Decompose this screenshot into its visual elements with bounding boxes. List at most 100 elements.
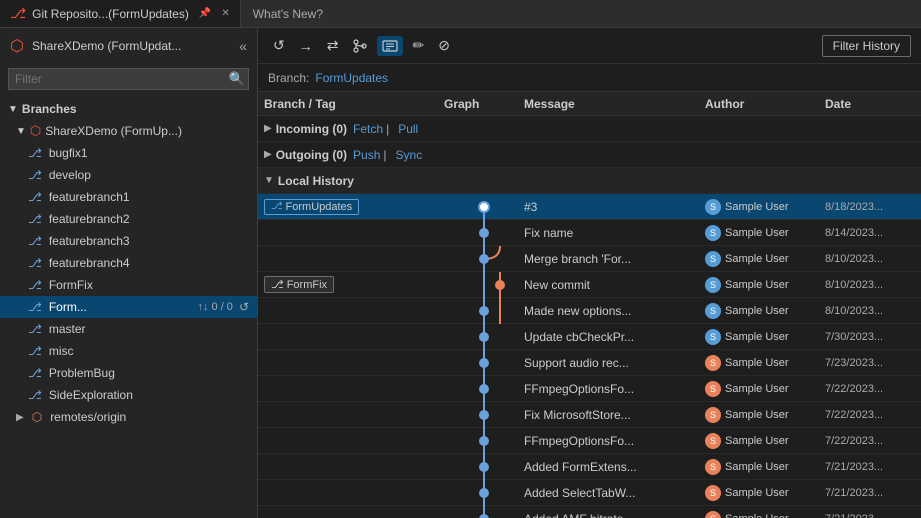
pull-push-button[interactable]: ⇄: [322, 34, 344, 57]
formfix-tag-label: FormFix: [287, 279, 327, 291]
tab-pin[interactable]: 📌: [199, 8, 211, 19]
commit-author-0: S Sample User: [705, 199, 825, 215]
commit-message-1: Fix name: [524, 226, 705, 240]
branch-icon: ⎇: [28, 366, 42, 380]
commit-row-2[interactable]: Merge branch 'For... S Sample User 8/10/…: [258, 246, 921, 272]
sidebar-item-master[interactable]: ⎇ master: [0, 318, 257, 340]
sidebar-item-sideexploration[interactable]: ⎇ SideExploration: [0, 384, 257, 406]
commit-row-3[interactable]: ⎇ FormFix New commit S S: [258, 272, 921, 298]
disable-button[interactable]: ⊘: [433, 34, 455, 57]
history-area: Branch / Tag Graph Message Author Date ▶…: [258, 92, 921, 518]
sync-link[interactable]: Sync: [396, 148, 423, 162]
local-history-arrow: ▼: [264, 175, 274, 186]
search-icon[interactable]: 🔍: [229, 71, 245, 87]
graph-svg-4: [444, 298, 524, 324]
filter-history-button[interactable]: Filter History: [822, 35, 911, 57]
push-link[interactable]: Push: [353, 148, 380, 162]
edit-button[interactable]: ✏: [407, 34, 429, 57]
fetch-button[interactable]: →: [294, 35, 318, 57]
commit-row-7[interactable]: FFmpegOptionsFo... S Sample User 7/22/20…: [258, 376, 921, 402]
sidebar-item-featurebranch1[interactable]: ⎇ featurebranch1: [0, 186, 257, 208]
sidebar-tree: ▼ Branches ▼ ⬡ ShareXDemo (FormUp...) ⎇ …: [0, 94, 257, 518]
author-name-7: Sample User: [725, 383, 789, 395]
history-svg-icon: [382, 39, 398, 53]
branch-icon: ⎇: [28, 344, 42, 358]
local-history-label: Local History: [278, 174, 354, 188]
incoming-row[interactable]: ▶ Incoming (0) Fetch | Pull: [258, 116, 921, 142]
sidebar-item-problembug[interactable]: ⎇ ProblemBug: [0, 362, 257, 384]
avatar-4: S: [705, 303, 721, 319]
commit-date-3: 8/10/2023...: [825, 279, 915, 291]
commit-author-4: S Sample User: [705, 303, 825, 319]
sidebar-item-formupdates[interactable]: ⎇ Form... ↑↓ 0 / 0 ↺: [0, 296, 257, 318]
commit-row-11[interactable]: Added SelectTabW... S Sample User 7/21/2…: [258, 480, 921, 506]
commit-author-11: S Sample User: [705, 485, 825, 501]
commit-message-8: Fix MicrosoftStore...: [524, 408, 705, 422]
remotes-label: remotes/origin: [50, 410, 126, 424]
sidebar-item-formfix[interactable]: ⎇ FormFix: [0, 274, 257, 296]
commit-row-9[interactable]: FFmpegOptionsFo... S Sample User 7/22/20…: [258, 428, 921, 454]
branch-icon: ⎇: [28, 146, 42, 160]
commit-author-7: S Sample User: [705, 381, 825, 397]
commit-row-5[interactable]: Update cbCheckPr... S Sample User 7/30/2…: [258, 324, 921, 350]
commit-row-0[interactable]: ⎇ FormUpdates #3 S Sample User: [258, 194, 921, 220]
current-branch-name[interactable]: FormUpdates: [315, 71, 388, 85]
commit-row-8[interactable]: Fix MicrosoftStore... S Sample User 7/22…: [258, 402, 921, 428]
branch-icon: ⎇: [28, 212, 42, 226]
filter-input[interactable]: [8, 68, 249, 90]
refresh-button[interactable]: ↺: [268, 34, 290, 57]
commit-message-11: Added SelectTabW...: [524, 486, 705, 500]
commit-message-2: Merge branch 'For...: [524, 252, 705, 266]
whats-new-tab[interactable]: What's New?: [241, 0, 335, 27]
branch-name-formfix: FormFix: [49, 278, 249, 292]
sidebar-item-remotes[interactable]: ▶ ⬡ remotes/origin: [0, 406, 257, 428]
outgoing-arrow: ▶: [264, 149, 272, 160]
tab-close[interactable]: ✕: [221, 8, 229, 19]
sidebar-item-bugfix1[interactable]: ⎇ bugfix1: [0, 142, 257, 164]
fetch-link[interactable]: Fetch: [353, 122, 383, 136]
sidebar-item-featurebranch3[interactable]: ⎇ featurebranch3: [0, 230, 257, 252]
commit-message-12: Added AMF bitrate...: [524, 512, 705, 518]
commit-branch-col-3: ⎇ FormFix: [264, 276, 444, 293]
commit-row-10[interactable]: Added FormExtens... S Sample User 7/21/2…: [258, 454, 921, 480]
pull-link[interactable]: Pull: [398, 122, 418, 136]
commit-row-4[interactable]: Made new options... S Sample User 8/10/2…: [258, 298, 921, 324]
tag-formfix-icon: ⎇: [271, 278, 284, 291]
avatar-6: S: [705, 355, 721, 371]
commit-date-2: 8/10/2023...: [825, 253, 915, 265]
sidebar-item-featurebranch2[interactable]: ⎇ featurebranch2: [0, 208, 257, 230]
author-name-9: Sample User: [725, 435, 789, 447]
tag-branch-icon: ⎇: [271, 201, 283, 212]
formupdates-tag-label: FormUpdates: [286, 201, 353, 213]
history-button[interactable]: [377, 36, 403, 56]
graph-svg-3: [444, 272, 524, 298]
repo-tree-parent[interactable]: ▼ ⬡ ShareXDemo (FormUp...): [0, 120, 257, 142]
branch-prefix: Branch:: [268, 71, 309, 85]
outgoing-row[interactable]: ▶ Outgoing (0) Push | Sync: [258, 142, 921, 168]
sidebar-item-featurebranch4[interactable]: ⎇ featurebranch4: [0, 252, 257, 274]
author-name-8: Sample User: [725, 409, 789, 421]
commit-date-9: 7/22/2023...: [825, 435, 915, 447]
sidebar-item-misc[interactable]: ⎇ misc: [0, 340, 257, 362]
graph-svg-10: [444, 454, 524, 480]
commit-row-6[interactable]: Support audio rec... S Sample User 7/23/…: [258, 350, 921, 376]
commit-branch-col-0: ⎇ FormUpdates: [264, 199, 444, 215]
author-name-11: Sample User: [725, 487, 789, 499]
avatar-5: S: [705, 329, 721, 345]
local-history-section[interactable]: ▼ Local History: [258, 168, 921, 194]
push-sync-sep: |: [383, 148, 386, 162]
sidebar-item-develop[interactable]: ⎇ develop: [0, 164, 257, 186]
branches-section-header[interactable]: ▼ Branches: [0, 98, 257, 120]
commit-row-1[interactable]: Fix name S Sample User 8/14/2023...: [258, 220, 921, 246]
commit-row-12[interactable]: Added AMF bitrate... S Sample User 7/21/…: [258, 506, 921, 518]
sidebar-collapse-btn[interactable]: «: [239, 38, 247, 54]
main-tab[interactable]: ⎇ Git Reposito...(FormUpdates) 📌 ✕: [0, 0, 241, 27]
commit-author-10: S Sample User: [705, 459, 825, 475]
avatar-2: S: [705, 251, 721, 267]
author-name-3: Sample User: [725, 279, 789, 291]
graph-svg-12: [444, 506, 524, 518]
sidebar: ⬡ ShareXDemo (FormUpdat... « 🔍 ▼ Branche…: [0, 28, 258, 518]
branch-button[interactable]: [347, 36, 373, 56]
col-header-branch-tag: Branch / Tag: [264, 97, 444, 111]
incoming-arrow: ▶: [264, 123, 272, 134]
